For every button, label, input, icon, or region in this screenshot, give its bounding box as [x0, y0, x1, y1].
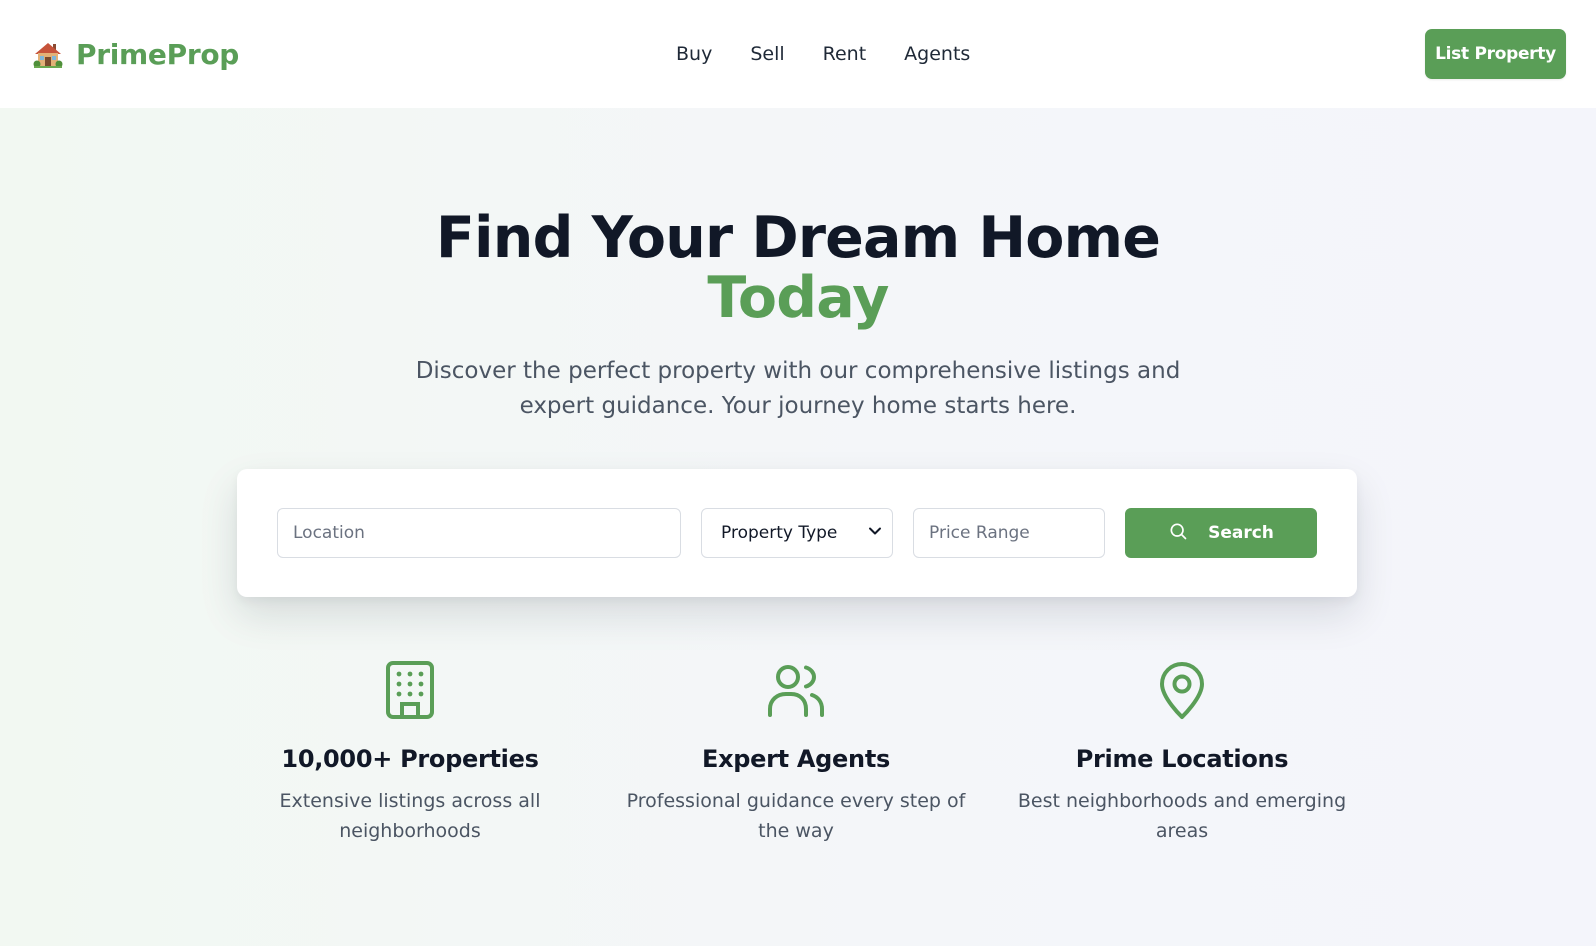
hero-title-accent: Today: [707, 265, 889, 331]
hero-section: Find Your Dream Home Today Discover the …: [0, 108, 1596, 946]
hero-subtitle: Discover the perfect property with our c…: [415, 358, 1181, 419]
hero-title-main: Find Your Dream Home: [435, 205, 1161, 271]
nav-item-agents[interactable]: Agents: [904, 40, 970, 68]
feature-description: Professional guidance every step of the …: [626, 790, 966, 842]
feature-title: Prime Locations: [1075, 745, 1289, 773]
price-range-input[interactable]: [913, 508, 1105, 558]
chevron-down-icon: [868, 523, 882, 543]
location-input[interactable]: [277, 508, 681, 558]
site-header: PrimeProp Buy Sell Rent Agents List Prop…: [0, 0, 1596, 108]
building-icon: [380, 660, 440, 720]
search-card: Property Type Search: [237, 469, 1357, 597]
feature-description: Best neighborhoods and emerging areas: [1017, 790, 1347, 842]
feature-properties: 10,000+ Properties Extensive listings ac…: [220, 660, 600, 846]
house-icon: [32, 38, 64, 70]
brand-logo-link[interactable]: PrimeProp: [32, 38, 239, 71]
nav-item-rent[interactable]: Rent: [823, 40, 867, 68]
nav-item-sell[interactable]: Sell: [750, 40, 784, 68]
feature-locations: Prime Locations Best neighborhoods and e…: [992, 660, 1372, 846]
users-icon: [766, 660, 826, 720]
list-property-button[interactable]: List Property: [1425, 29, 1566, 79]
main-nav: Buy Sell Rent Agents: [676, 40, 1008, 68]
feature-title: 10,000+ Properties: [281, 745, 539, 773]
property-type-selected: Property Type: [721, 523, 838, 543]
nav-item-buy[interactable]: Buy: [676, 40, 712, 68]
search-button-label: Search: [1208, 523, 1274, 543]
page: PrimeProp Buy Sell Rent Agents List Prop…: [0, 0, 1596, 946]
property-type-select[interactable]: Property Type: [701, 508, 893, 558]
feature-title: Expert Agents: [702, 745, 890, 773]
search-button[interactable]: Search: [1125, 508, 1317, 558]
hero-title: Find Your Dream Home Today: [0, 208, 1596, 328]
map-pin-icon: [1152, 660, 1212, 720]
brand-name: PrimeProp: [76, 37, 240, 71]
feature-agents: Expert Agents Professional guidance ever…: [606, 660, 986, 846]
search-icon: [1168, 521, 1188, 546]
feature-description: Extensive listings across all neighborho…: [279, 790, 541, 842]
